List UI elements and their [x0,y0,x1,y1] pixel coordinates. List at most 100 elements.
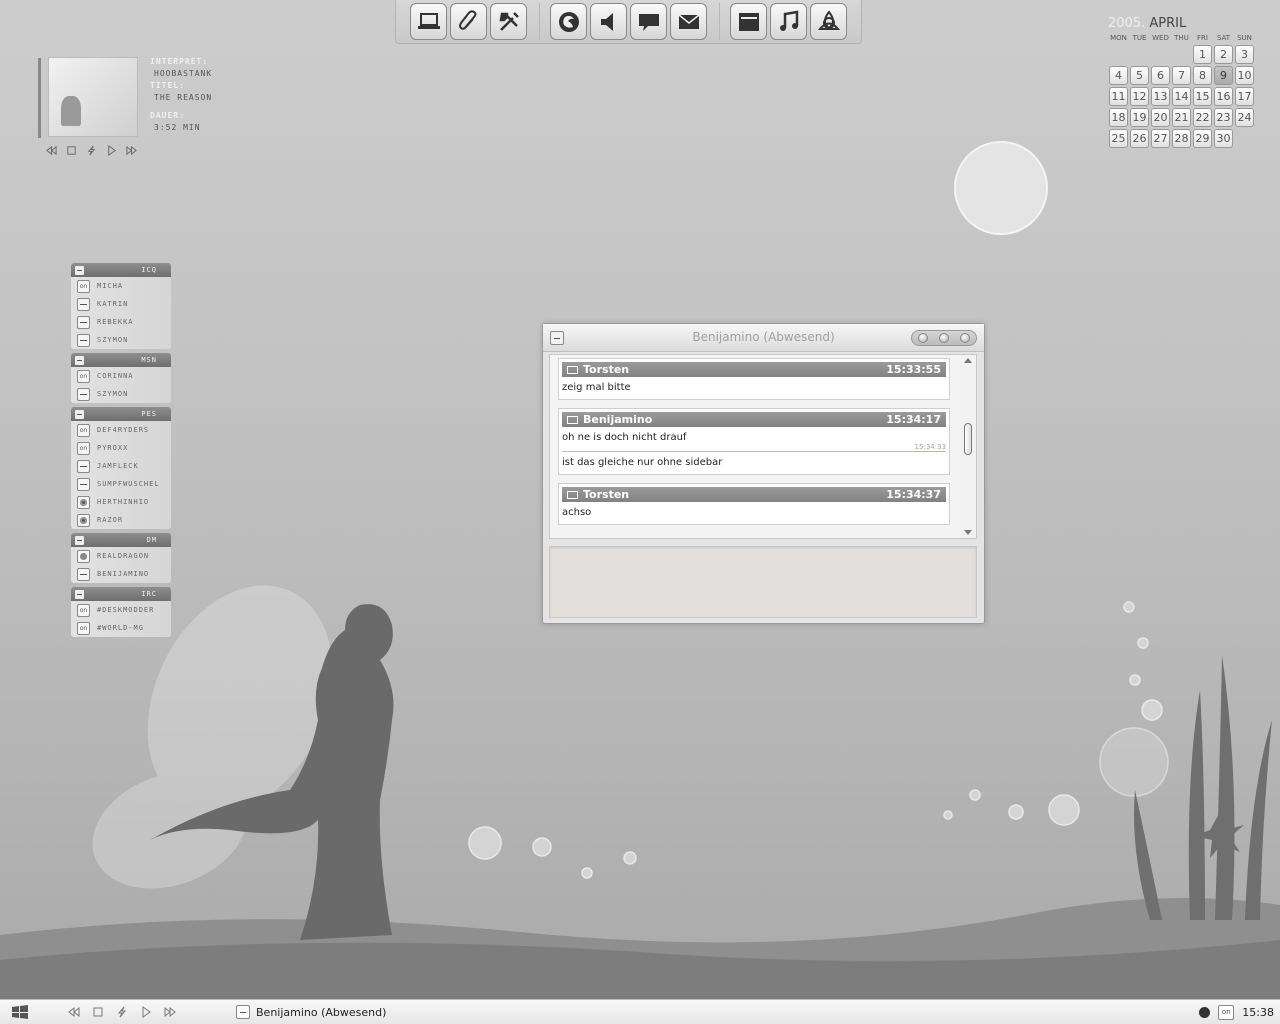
contact-item[interactable]: RAZOR [71,511,171,529]
weekday-label: MON [1110,34,1127,42]
calendar-day[interactable]: 27 [1151,129,1170,148]
chat-titlebar[interactable]: Benijamino (Abwesend) [543,324,984,352]
maximize-button[interactable] [938,333,949,343]
group-name: IRC [141,590,157,598]
contact-item[interactable]: JAMFLECK [71,457,171,475]
close-button[interactable] [960,333,971,343]
taskbar-task-chat[interactable]: Benijamino (Abwesend) [236,1003,386,1022]
calendar-day[interactable]: 10 [1235,66,1254,85]
shuffle-button[interactable] [86,145,97,156]
scroll-thumb[interactable] [964,423,972,455]
tools-button[interactable] [490,3,527,40]
contact-item[interactable]: REBEKKA [71,313,171,331]
group-header[interactable]: PES [71,407,171,421]
task-minimize-icon [236,1005,250,1019]
contact-name: REALDRAGON [97,552,150,560]
collapse-icon[interactable] [75,265,84,275]
calendar-day[interactable]: 8 [1193,66,1212,85]
group-header[interactable]: DM [71,533,171,547]
calendar-day[interactable]: 21 [1172,108,1191,127]
music-button[interactable] [770,3,807,40]
firefox-button[interactable] [550,3,587,40]
rewind-button[interactable] [46,145,57,156]
calendar-day[interactable]: 1 [1193,45,1212,64]
scroll-up-arrow[interactable] [964,358,972,363]
calendar-day[interactable]: 28 [1172,129,1191,148]
taskbar-play-button[interactable] [140,1006,152,1018]
contact-item[interactable]: on PYROXX [71,439,171,457]
group-header[interactable]: MSN [71,353,171,367]
stop-icon [67,146,76,155]
collapse-icon[interactable] [75,355,84,365]
calendar-day[interactable]: 4 [1109,66,1128,85]
taskbar-forward-button[interactable] [164,1006,176,1018]
calendar-day[interactable]: 25 [1109,129,1128,148]
group-header[interactable]: IRC [71,587,171,601]
speaker-button[interactable] [590,3,627,40]
contact-item[interactable]: BENIJAMINO [71,565,171,583]
chat-button[interactable] [630,3,667,40]
calendar-day[interactable]: 30 [1214,129,1233,148]
contact-item[interactable]: SUMPFWUSCHEL [71,475,171,493]
calendar-day[interactable]: 22 [1193,108,1212,127]
contact-list: ICQ on MICHA KATRIN REBEKKA SZYMON MSN on CORINN… [71,263,171,641]
scrollbar[interactable] [960,355,976,538]
contact-name: JAMFLECK [97,462,139,470]
calendar-day[interactable]: 11 [1109,87,1128,106]
contact-item[interactable]: on #DESKMODDER [71,601,171,619]
calendar-day[interactable]: 6 [1151,66,1170,85]
calendar-day[interactable]: 26 [1130,129,1149,148]
taskbar-rewind-button[interactable] [68,1006,80,1018]
calendar-day[interactable]: 23 [1214,108,1233,127]
collapse-icon[interactable] [75,589,84,599]
calendar-day[interactable]: 12 [1130,87,1149,106]
calendar-day[interactable]: 14 [1172,87,1191,106]
status-on-icon: on [77,603,90,617]
calendar-day[interactable]: 13 [1151,87,1170,106]
contact-item[interactable]: REALDRAGON [71,547,171,565]
calendar-day[interactable]: 17 [1235,87,1254,106]
window-button[interactable] [730,3,767,40]
collapse-icon[interactable] [75,535,84,545]
taskbar-stop-button[interactable] [92,1006,104,1018]
mail-button[interactable] [670,3,707,40]
calendar-today[interactable]: 9 [1214,66,1233,85]
contact-item[interactable]: SZYMON [71,385,171,403]
start-button[interactable] [0,1000,40,1024]
calendar-day[interactable]: 7 [1172,66,1191,85]
calendar-day[interactable]: 3 [1235,45,1254,64]
lightning-icon [117,1006,127,1018]
message-input[interactable] [549,546,977,618]
contact-name: BENIJAMINO [97,570,150,578]
calendar-day[interactable]: 29 [1193,129,1212,148]
contact-item[interactable]: on CORINNA [71,367,171,385]
contact-item[interactable]: KATRIN [71,295,171,313]
forward-button[interactable] [126,145,137,156]
calendar-day[interactable]: 18 [1109,108,1128,127]
scroll-down-arrow[interactable] [964,530,972,535]
contact-item[interactable]: HERTHINHIO [71,493,171,511]
calendar-day[interactable]: 2 [1214,45,1233,64]
contact-item[interactable]: SZYMON [71,331,171,349]
calendar-day[interactable]: 16 [1214,87,1233,106]
contact-item[interactable]: on MICHA [71,277,171,295]
calendar-day[interactable]: 15 [1193,87,1212,106]
paperclip-button[interactable] [450,3,487,40]
trinity-button[interactable] [810,3,847,40]
stop-button[interactable] [66,145,77,156]
group-header[interactable]: ICQ [71,263,171,277]
tray-status-dot-icon[interactable] [1199,1006,1211,1018]
calendar-day[interactable]: 20 [1151,108,1170,127]
calendar-day[interactable]: 24 [1235,108,1254,127]
laptop-button[interactable] [410,3,447,40]
contact-item[interactable]: on DEF4RYDERS [71,421,171,439]
status-clock-icon [77,513,90,527]
tray-online-icon[interactable]: on [1218,1004,1235,1020]
calendar-day[interactable]: 19 [1130,108,1149,127]
calendar-day[interactable]: 5 [1130,66,1149,85]
taskbar-shuffle-button[interactable] [116,1006,128,1018]
play-button[interactable] [106,145,117,156]
collapse-icon[interactable] [75,409,84,419]
minimize-button[interactable] [917,333,928,343]
contact-item[interactable]: on #WORLD-MG [71,619,171,637]
